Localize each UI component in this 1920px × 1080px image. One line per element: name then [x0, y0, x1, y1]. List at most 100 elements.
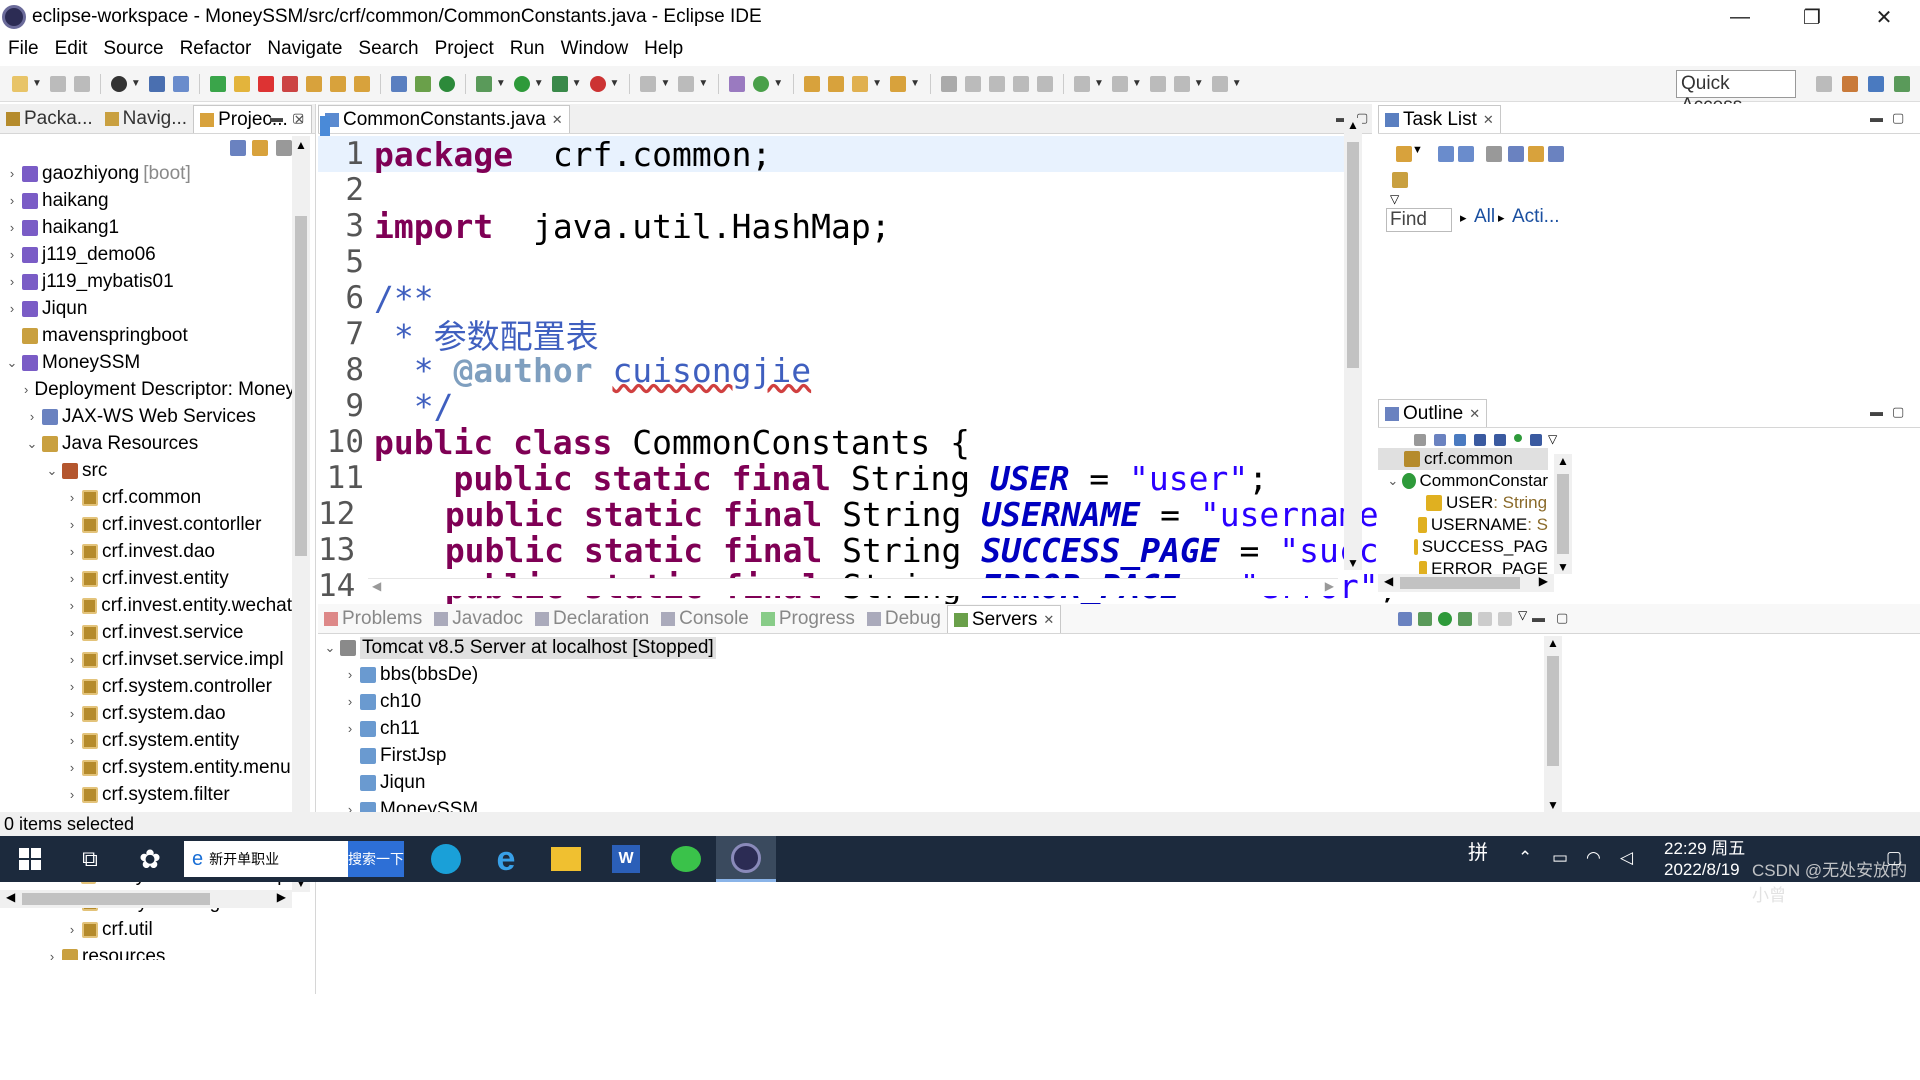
notification-icon[interactable]: ▢ [1886, 848, 1902, 868]
chevron-right-icon[interactable]: › [64, 922, 80, 937]
tab-problems[interactable]: Problems [318, 605, 428, 633]
search-button[interactable]: 搜索一下 [348, 841, 404, 877]
prev-annotation-icon[interactable] [1111, 75, 1128, 92]
console-icon[interactable] [148, 75, 165, 92]
outline-item[interactable]: USER : String [1378, 492, 1548, 514]
next-annotation-icon[interactable] [1073, 75, 1090, 92]
view-menu-icon[interactable]: ▽ [1548, 432, 1557, 446]
deploy-icon[interactable] [678, 75, 695, 92]
publish-icon[interactable] [1498, 612, 1512, 626]
tree-item[interactable]: › crf.invest.entity [0, 565, 292, 592]
editor-vertical-scrollbar[interactable]: ▲ ▼ [1344, 118, 1362, 570]
tree-item[interactable]: › gaozhiyong [boot] [0, 160, 292, 187]
step-return-icon[interactable] [353, 75, 370, 92]
java-ee-perspective-icon[interactable] [1842, 76, 1858, 92]
search-icon[interactable] [852, 75, 869, 92]
scroll-up-icon[interactable]: ▲ [295, 138, 307, 152]
java-perspective-icon[interactable] [1868, 76, 1884, 92]
save-all-icon[interactable] [73, 75, 90, 92]
debug-perspective-icon[interactable] [1894, 76, 1910, 92]
tree-item[interactable]: mavenspringboot [0, 322, 292, 349]
forward-icon[interactable] [1211, 75, 1228, 92]
block-selection-icon[interactable] [988, 75, 1005, 92]
scroll-down-icon[interactable]: ▼ [1547, 798, 1559, 812]
code-line[interactable]: 12 public static final String USERNAME =… [318, 495, 1418, 534]
maximize-view-icon[interactable]: ▢ [292, 110, 304, 126]
menu-run[interactable]: Run [502, 38, 553, 60]
menu-help[interactable]: Help [636, 38, 691, 60]
chevron-right-icon[interactable]: › [4, 301, 20, 316]
tree-item[interactable]: › j119_demo06 [0, 241, 292, 268]
tab-package-explorer[interactable]: Packa... [0, 105, 99, 133]
chevron-down-icon[interactable]: ⌄ [44, 463, 60, 479]
chevron-right-icon[interactable]: › [64, 571, 80, 586]
start-button[interactable] [0, 836, 60, 882]
scroll-right-icon[interactable]: ▶ [1539, 574, 1548, 588]
ime-indicator[interactable]: 拼 [1468, 836, 1488, 865]
tree-item[interactable]: ⌄ src [0, 457, 292, 484]
tree-item[interactable]: › crf.system.entity.menu [0, 754, 292, 781]
word-button[interactable]: W [596, 836, 656, 882]
tab-progress[interactable]: Progress [755, 605, 861, 633]
hide-fields-icon[interactable] [1474, 434, 1486, 446]
tree-item[interactable]: › crf.invest.service [0, 619, 292, 646]
scroll-up-icon[interactable]: ▲ [1347, 118, 1359, 132]
chevron-right-icon[interactable]: › [4, 274, 20, 289]
volume-icon[interactable]: ◁ [1620, 848, 1633, 868]
minimize-view-icon[interactable]: ▬ [1870, 404, 1883, 419]
collapse-all-icon[interactable] [1434, 434, 1446, 446]
servers-vertical-scrollbar[interactable]: ▲ ▼ [1544, 636, 1562, 812]
tree-item[interactable]: › crf.system.filter [0, 781, 292, 808]
chevron-right-icon[interactable]: › [64, 706, 80, 721]
close-tab-icon[interactable]: ✕ [552, 112, 563, 128]
menu-file[interactable]: File [0, 38, 47, 60]
tree-item[interactable]: › resources [0, 943, 292, 960]
menu-project[interactable]: Project [427, 38, 502, 60]
scroll-right-icon[interactable]: ▶ [277, 890, 286, 904]
new-class-icon[interactable] [753, 75, 770, 92]
chevron-right-icon[interactable]: › [4, 166, 20, 181]
wifi-icon[interactable]: ◠ [1586, 848, 1601, 868]
chevron-right-icon[interactable]: › [64, 760, 80, 775]
debug-server-icon[interactable] [1418, 612, 1432, 626]
close-tab-icon[interactable]: ✕ [1043, 612, 1054, 628]
tab-commonconstants-java[interactable]: CommonConstants.java ✕ [318, 105, 570, 133]
expand-icon[interactable]: ▽ [1390, 192, 1399, 206]
debug-target-icon[interactable] [110, 75, 127, 92]
tab-servers[interactable]: Servers ✕ [946, 605, 1062, 633]
maximize-view-icon[interactable]: ▢ [1892, 404, 1904, 420]
server-module[interactable]: Jiqun [318, 769, 1878, 796]
tab-console[interactable]: Console [655, 605, 755, 633]
toggle-annotation-icon[interactable] [940, 75, 957, 92]
chevron-right-icon[interactable]: › [64, 544, 80, 559]
close-tab-icon[interactable]: ✕ [1469, 406, 1480, 422]
server-module[interactable]: FirstJsp [318, 742, 1878, 769]
chevron-right-icon[interactable]: › [64, 733, 80, 748]
ant-icon[interactable] [640, 75, 657, 92]
chevron-down-icon[interactable]: ⌄ [1386, 473, 1400, 489]
mark-occurrences-icon[interactable] [964, 75, 981, 92]
tree-item[interactable]: ⌄ Java Resources [0, 430, 292, 457]
collapse-all-icon[interactable] [1528, 146, 1544, 162]
chevron-right-icon[interactable]: › [64, 679, 80, 694]
tab-declaration[interactable]: Declaration [529, 605, 655, 633]
menu-refactor[interactable]: Refactor [172, 38, 260, 60]
sort-icon[interactable] [1454, 434, 1466, 446]
code-line[interactable]: 3 import java.util.HashMap; [318, 207, 1348, 246]
task-repository-icon[interactable] [1392, 172, 1408, 188]
back-icon[interactable] [1173, 75, 1190, 92]
menu-source[interactable]: Source [95, 38, 171, 60]
close-tab-icon[interactable]: ✕ [1483, 112, 1494, 128]
tree-item[interactable]: › Jiqun [0, 295, 292, 322]
taskbar-search-input[interactable]: e 新开单职业 [184, 841, 348, 877]
server-module[interactable]: › ch11 [318, 715, 1878, 742]
focus-icon[interactable] [1486, 146, 1502, 162]
new-task-dropdown-icon[interactable]: ▼ [1412, 144, 1423, 156]
terminate-icon[interactable] [257, 75, 274, 92]
close-button[interactable]: ✕ [1848, 0, 1920, 34]
code-editor[interactable]: 1 package crf.common; 2 3 import java.util.H… [318, 135, 1478, 606]
external-tools-icon[interactable] [589, 75, 606, 92]
chevron-right-icon[interactable]: › [4, 220, 20, 235]
outline-item[interactable]: USERNAME : S [1378, 514, 1548, 536]
chevron-down-icon[interactable]: ⌄ [322, 640, 338, 656]
